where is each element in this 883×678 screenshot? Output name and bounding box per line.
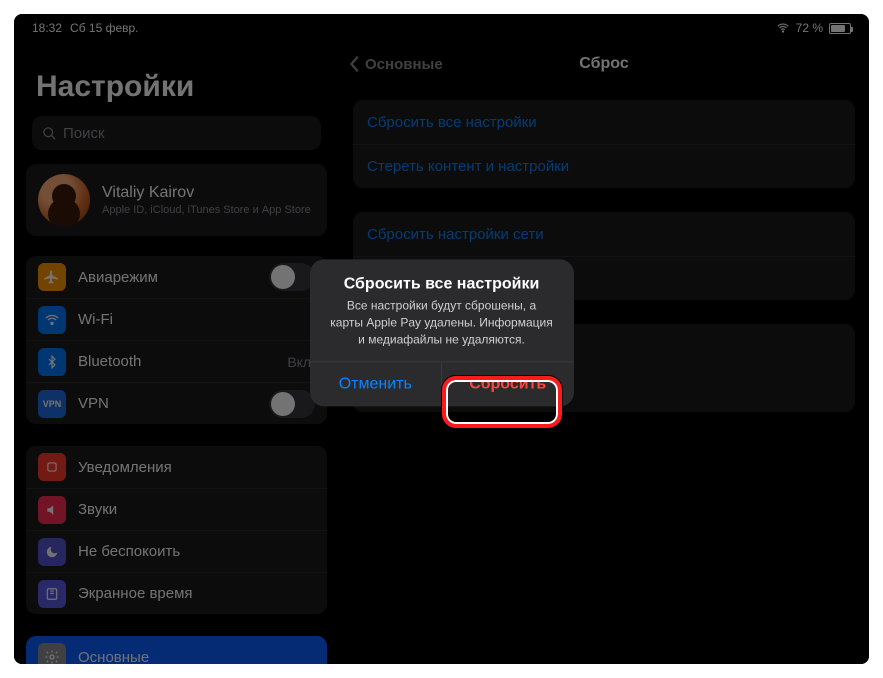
status-bar: 18:32 Сб 15 февр. 72 %: [14, 14, 869, 42]
search-icon: [42, 126, 57, 141]
avatar: [38, 174, 90, 226]
battery-icon: [829, 23, 851, 34]
row-bluetooth[interactable]: Bluetooth Вкл.: [26, 340, 327, 382]
row-label: Сбросить все настройки: [367, 114, 537, 131]
row-label: Wi-Fi: [78, 311, 113, 328]
row-label: Экранное время: [78, 585, 193, 602]
detail-title: Сброс: [579, 55, 628, 73]
back-button[interactable]: Основные: [349, 55, 443, 73]
row-sounds[interactable]: Звуки: [26, 488, 327, 530]
profile-row[interactable]: Vitaliy Kairov Apple ID, iCloud, iTunes …: [26, 164, 327, 236]
reset-all-settings[interactable]: Сбросить все настройки: [353, 100, 855, 144]
row-airplane[interactable]: Авиарежим: [26, 256, 327, 298]
screentime-icon: [38, 580, 66, 608]
group-general: Основные: [26, 636, 327, 664]
confirm-button[interactable]: Сбросить: [442, 363, 574, 407]
row-notifications[interactable]: Уведомления: [26, 446, 327, 488]
row-label: Уведомления: [78, 459, 172, 476]
status-date: Сб 15 февр.: [70, 21, 138, 35]
profile-name: Vitaliy Kairov: [102, 184, 311, 202]
row-label: Сбросить настройки сети: [367, 226, 544, 243]
row-label: Стереть контент и настройки: [367, 158, 569, 175]
confirm-alert: Сбросить все настройки Все настройки буд…: [310, 259, 574, 406]
row-label: Звуки: [78, 501, 117, 518]
alert-message: Все настройки будут сброшены, а карты Ap…: [310, 297, 574, 361]
wifi-icon: [776, 21, 790, 35]
back-label: Основные: [365, 56, 443, 73]
row-dnd[interactable]: Не беспокоить: [26, 530, 327, 572]
group-connectivity: Авиарежим Wi-Fi Bluetooth Вкл. VPN: [26, 256, 327, 424]
row-label: Не беспокоить: [78, 543, 180, 560]
row-wifi[interactable]: Wi-Fi: [26, 298, 327, 340]
erase-all-content[interactable]: Стереть контент и настройки: [353, 144, 855, 188]
battery-percent: 72 %: [796, 21, 823, 35]
bluetooth-icon: [38, 348, 66, 376]
airplane-icon: [38, 263, 66, 291]
row-vpn[interactable]: VPN VPN: [26, 382, 327, 424]
cancel-button[interactable]: Отменить: [310, 363, 443, 407]
row-label: Авиарежим: [78, 269, 158, 286]
alert-title: Сбросить все настройки: [310, 259, 574, 297]
row-label: Bluetooth: [78, 353, 141, 370]
row-label: VPN: [78, 395, 109, 412]
button-label: Отменить: [339, 376, 412, 394]
vpn-icon: VPN: [38, 390, 66, 418]
group-alerts: Уведомления Звуки Не беспокоить Экранное…: [26, 446, 327, 614]
search-input[interactable]: Поиск: [32, 116, 321, 150]
button-label: Сбросить: [469, 376, 546, 394]
row-screentime[interactable]: Экранное время: [26, 572, 327, 614]
page-title: Настройки: [14, 42, 339, 116]
row-general[interactable]: Основные: [26, 636, 327, 664]
detail-header: Основные Сброс: [339, 42, 869, 86]
search-placeholder: Поиск: [63, 125, 105, 142]
settings-sidebar: Настройки Поиск Vitaliy Kairov Apple ID,…: [14, 42, 339, 664]
reset-network[interactable]: Сбросить настройки сети: [353, 212, 855, 256]
sounds-icon: [38, 496, 66, 524]
notifications-icon: [38, 453, 66, 481]
chevron-left-icon: [349, 55, 361, 73]
airplane-toggle[interactable]: [269, 263, 315, 291]
status-time: 18:32: [32, 21, 62, 35]
row-label: Основные: [78, 649, 149, 665]
wifi-row-icon: [38, 306, 66, 334]
dnd-icon: [38, 538, 66, 566]
vpn-toggle[interactable]: [269, 390, 315, 418]
gear-icon: [38, 643, 66, 664]
profile-sub: Apple ID, iCloud, iTunes Store и App Sto…: [102, 204, 311, 216]
reset-group-1: Сбросить все настройки Стереть контент и…: [353, 100, 855, 188]
